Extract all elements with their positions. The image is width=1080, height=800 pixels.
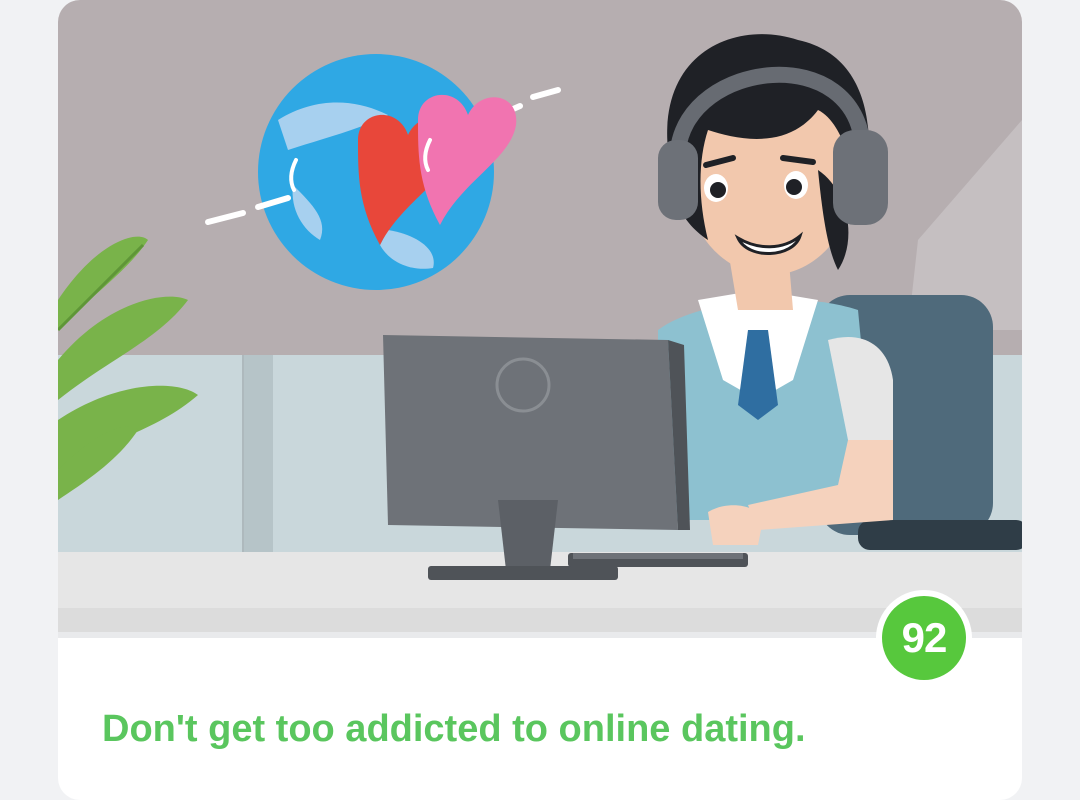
score-value: 92 xyxy=(882,596,966,680)
article-headline[interactable]: Don't get too addicted to online dating. xyxy=(102,708,806,751)
article-illustration xyxy=(58,0,1022,638)
man-with-headset-at-computer-icon xyxy=(58,0,1022,638)
article-card[interactable]: 92 Don't get too addicted to online dati… xyxy=(58,0,1022,800)
score-badge: 92 xyxy=(876,590,972,686)
